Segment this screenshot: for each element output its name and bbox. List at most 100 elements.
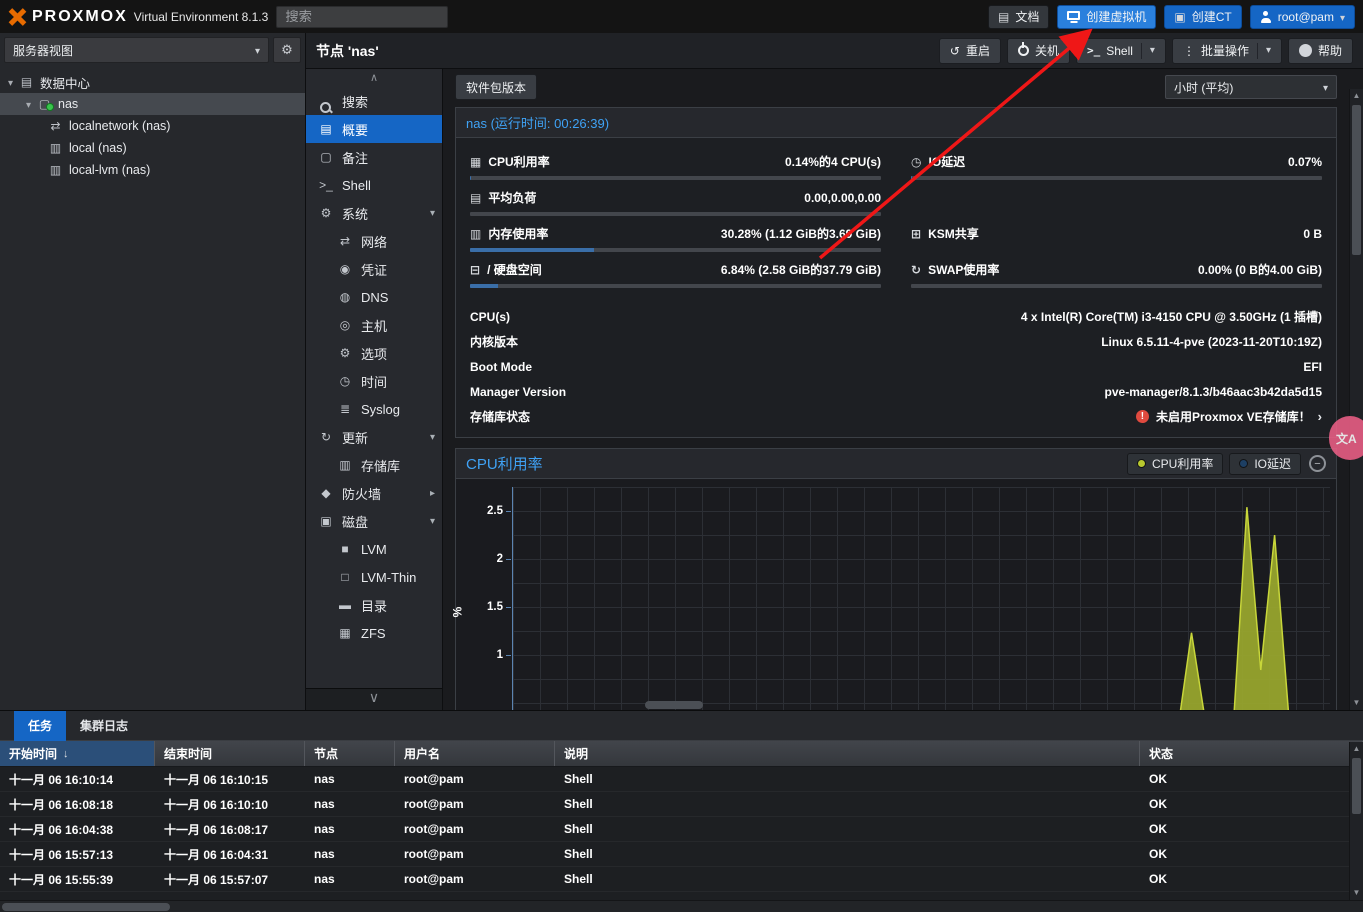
nav-item-dns[interactable]: ◍ DNS: [306, 283, 442, 311]
column-header-username[interactable]: 用户名: [395, 741, 555, 766]
column-header-node[interactable]: 节点: [305, 741, 395, 766]
shell-button[interactable]: >_ Shell: [1075, 37, 1166, 64]
chevron-right-icon[interactable]: ›: [1318, 409, 1322, 424]
nav-item-syslog[interactable]: ≣ Syslog: [306, 395, 442, 423]
nav-item-firewall[interactable]: ◆ 防火墙 ▸: [306, 479, 442, 507]
view-row: 服务器视图 ⚙: [4, 37, 301, 63]
task-row[interactable]: 十一月 06 15:57:13 十一月 06 16:04:31 nas root…: [0, 842, 1363, 867]
scroll-thumb[interactable]: [645, 701, 703, 709]
info-value: EFI: [1303, 360, 1322, 374]
tree-item-nas[interactable]: ▢ nas: [0, 93, 305, 115]
info-value-text: EFI: [1303, 359, 1322, 374]
nav-item-summary[interactable]: ▤ 概要: [306, 115, 442, 143]
lvm-thin-icon: □: [341, 570, 349, 584]
tab-cluster-log[interactable]: 集群日志: [66, 711, 142, 741]
warning-icon: [1135, 410, 1149, 423]
tasks-hscrollbar[interactable]: [0, 900, 1363, 912]
tasks-vscrollbar[interactable]: [1349, 742, 1363, 900]
swap-usage-label: SWAP使用率: [928, 263, 1000, 277]
time-icon: ◷: [339, 374, 351, 388]
task-row[interactable]: 十一月 06 16:10:14 十一月 06 16:10:15 nas root…: [0, 767, 1363, 792]
reboot-button[interactable]: ↺ 重启: [938, 37, 1001, 64]
nav-item-system[interactable]: ⚙ 系统 ▾: [306, 199, 442, 227]
nav-item-repositories[interactable]: ▥ 存储库: [306, 451, 442, 479]
chevron-down-icon[interactable]: [1256, 42, 1271, 59]
content-vscrollbar[interactable]: [1349, 89, 1363, 710]
column-header-description[interactable]: 说明: [555, 741, 1140, 766]
tree-item-local-lvm[interactable]: ▥ local-lvm (nas): [0, 159, 305, 181]
nav-item-network[interactable]: ⇄ 网络: [306, 227, 442, 255]
time-range-select[interactable]: 小时 (平均): [1165, 75, 1337, 99]
column-header-status[interactable]: 状态: [1140, 741, 1363, 766]
task-node: nas: [314, 847, 335, 861]
view-mode-select[interactable]: 服务器视图: [4, 37, 269, 63]
collapse-panel-button[interactable]: [1309, 455, 1326, 472]
create-vm-button[interactable]: 创建虚拟机: [1057, 4, 1157, 29]
scroll-up-arrow[interactable]: [1350, 742, 1363, 756]
create-ct-button[interactable]: ▣ 创建CT: [1164, 4, 1242, 29]
legend-button-CPU利用率[interactable]: CPU利用率: [1126, 452, 1224, 475]
shutdown-button[interactable]: 关机: [1006, 37, 1070, 64]
collapse-arrow-icon[interactable]: [26, 97, 31, 111]
nav-item-notes[interactable]: ▢ 备注: [306, 143, 442, 171]
create-vm-label: 创建虚拟机: [1086, 10, 1147, 24]
scroll-down-arrow[interactable]: [1350, 886, 1363, 900]
package-versions-label: 软件包版本: [466, 80, 527, 95]
nav-item-zfs[interactable]: ▦ ZFS: [306, 619, 442, 647]
bulk-actions-button[interactable]: ⋮ 批量操作: [1171, 37, 1282, 64]
nav-item-label: 磁盘: [342, 514, 369, 530]
column-header-end-time[interactable]: 结束时间: [155, 741, 305, 766]
nav-scroll-up[interactable]: [306, 71, 442, 87]
scroll-down-arrow[interactable]: [1350, 696, 1363, 710]
tasks-panel: 任务 集群日志 开始时间 ↓ 结束时间 节点 用户名 说明 状态 十一月 06 …: [0, 710, 1363, 912]
dns-icon: ◍: [339, 290, 351, 304]
nav-item-search[interactable]: 搜索: [306, 87, 442, 115]
info-label: Boot Mode: [470, 359, 532, 374]
package-versions-button[interactable]: 软件包版本: [455, 74, 538, 100]
scroll-up-arrow[interactable]: [1350, 89, 1363, 103]
tree-item-localnetwork[interactable]: ⇄ localnetwork (nas): [0, 115, 305, 137]
task-row[interactable]: 十一月 06 15:55:39 十一月 06 15:57:07 nas root…: [0, 867, 1363, 892]
sidebar-settings-button[interactable]: ⚙: [273, 37, 301, 63]
nav-item-label: 主机: [361, 318, 388, 334]
nav-item-disks[interactable]: ▣ 磁盘 ▾: [306, 507, 442, 535]
documentation-button[interactable]: ▤ 文档: [988, 4, 1050, 29]
y-tick-label: 2: [496, 553, 512, 565]
note-icon: ▢: [320, 150, 332, 164]
column-header-start-time[interactable]: 开始时间 ↓: [0, 741, 155, 766]
nav-item-directory[interactable]: ▬ 目录: [306, 591, 442, 619]
chevron-down-icon[interactable]: [1140, 42, 1155, 59]
nav-item-label: 搜索: [342, 94, 369, 110]
task-row[interactable]: 十一月 06 16:04:38 十一月 06 16:08:17 nas root…: [0, 817, 1363, 842]
chart-panel-header: CPU利用率 CPU利用率 IO延迟 −: [456, 449, 1336, 479]
cpu-usage-label: CPU利用率: [488, 155, 550, 169]
scroll-thumb[interactable]: [2, 903, 170, 911]
collapse-arrow-icon[interactable]: [8, 75, 13, 89]
nav-item-hosts[interactable]: ◎ 主机: [306, 311, 442, 339]
nav-item-updates[interactable]: ↻ 更新 ▾: [306, 423, 442, 451]
content-hscrollbar[interactable]: [443, 700, 1349, 710]
help-button[interactable]: 帮助: [1287, 37, 1353, 64]
global-search-input[interactable]: [276, 5, 449, 28]
info-value: Linux 6.5.11-4-pve (2023-11-20T10:19Z): [1101, 335, 1322, 349]
scroll-thumb[interactable]: [1352, 105, 1361, 255]
tab-tasks[interactable]: 任务: [14, 711, 67, 741]
nav-item-lvm[interactable]: ■ LVM: [306, 535, 442, 563]
tree-item-datacenter[interactable]: ▤ 数据中心: [0, 71, 305, 93]
scroll-thumb[interactable]: [1352, 758, 1361, 814]
legend-button-IO延迟[interactable]: IO延迟: [1229, 452, 1301, 475]
translate-extension-icon[interactable]: 文A: [1329, 416, 1363, 460]
nav-item-time[interactable]: ◷ 时间: [306, 367, 442, 395]
user-menu-button[interactable]: root@pam: [1249, 4, 1355, 29]
certificate-icon: ◉: [339, 262, 351, 276]
nav-item-shell[interactable]: >_ Shell: [306, 171, 442, 199]
tree-item-local[interactable]: ▥ local (nas): [0, 137, 305, 159]
nav-scroll-down[interactable]: [306, 688, 442, 710]
nav-item-label: Shell: [342, 177, 371, 193]
memory-usage-value: 30.28% (1.12 GiB的3.69 GiB): [720, 227, 881, 241]
nav-item-options[interactable]: ⚙ 选项: [306, 339, 442, 367]
nav-item-lvm-thin[interactable]: □ LVM-Thin: [306, 563, 442, 591]
node-toolbar: 节点 'nas' ↺ 重启 关机 >_ Shell ⋮ 批量操作 帮助: [306, 33, 1363, 69]
task-row[interactable]: 十一月 06 16:08:18 十一月 06 16:10:10 nas root…: [0, 792, 1363, 817]
nav-item-certificates[interactable]: ◉ 凭证: [306, 255, 442, 283]
